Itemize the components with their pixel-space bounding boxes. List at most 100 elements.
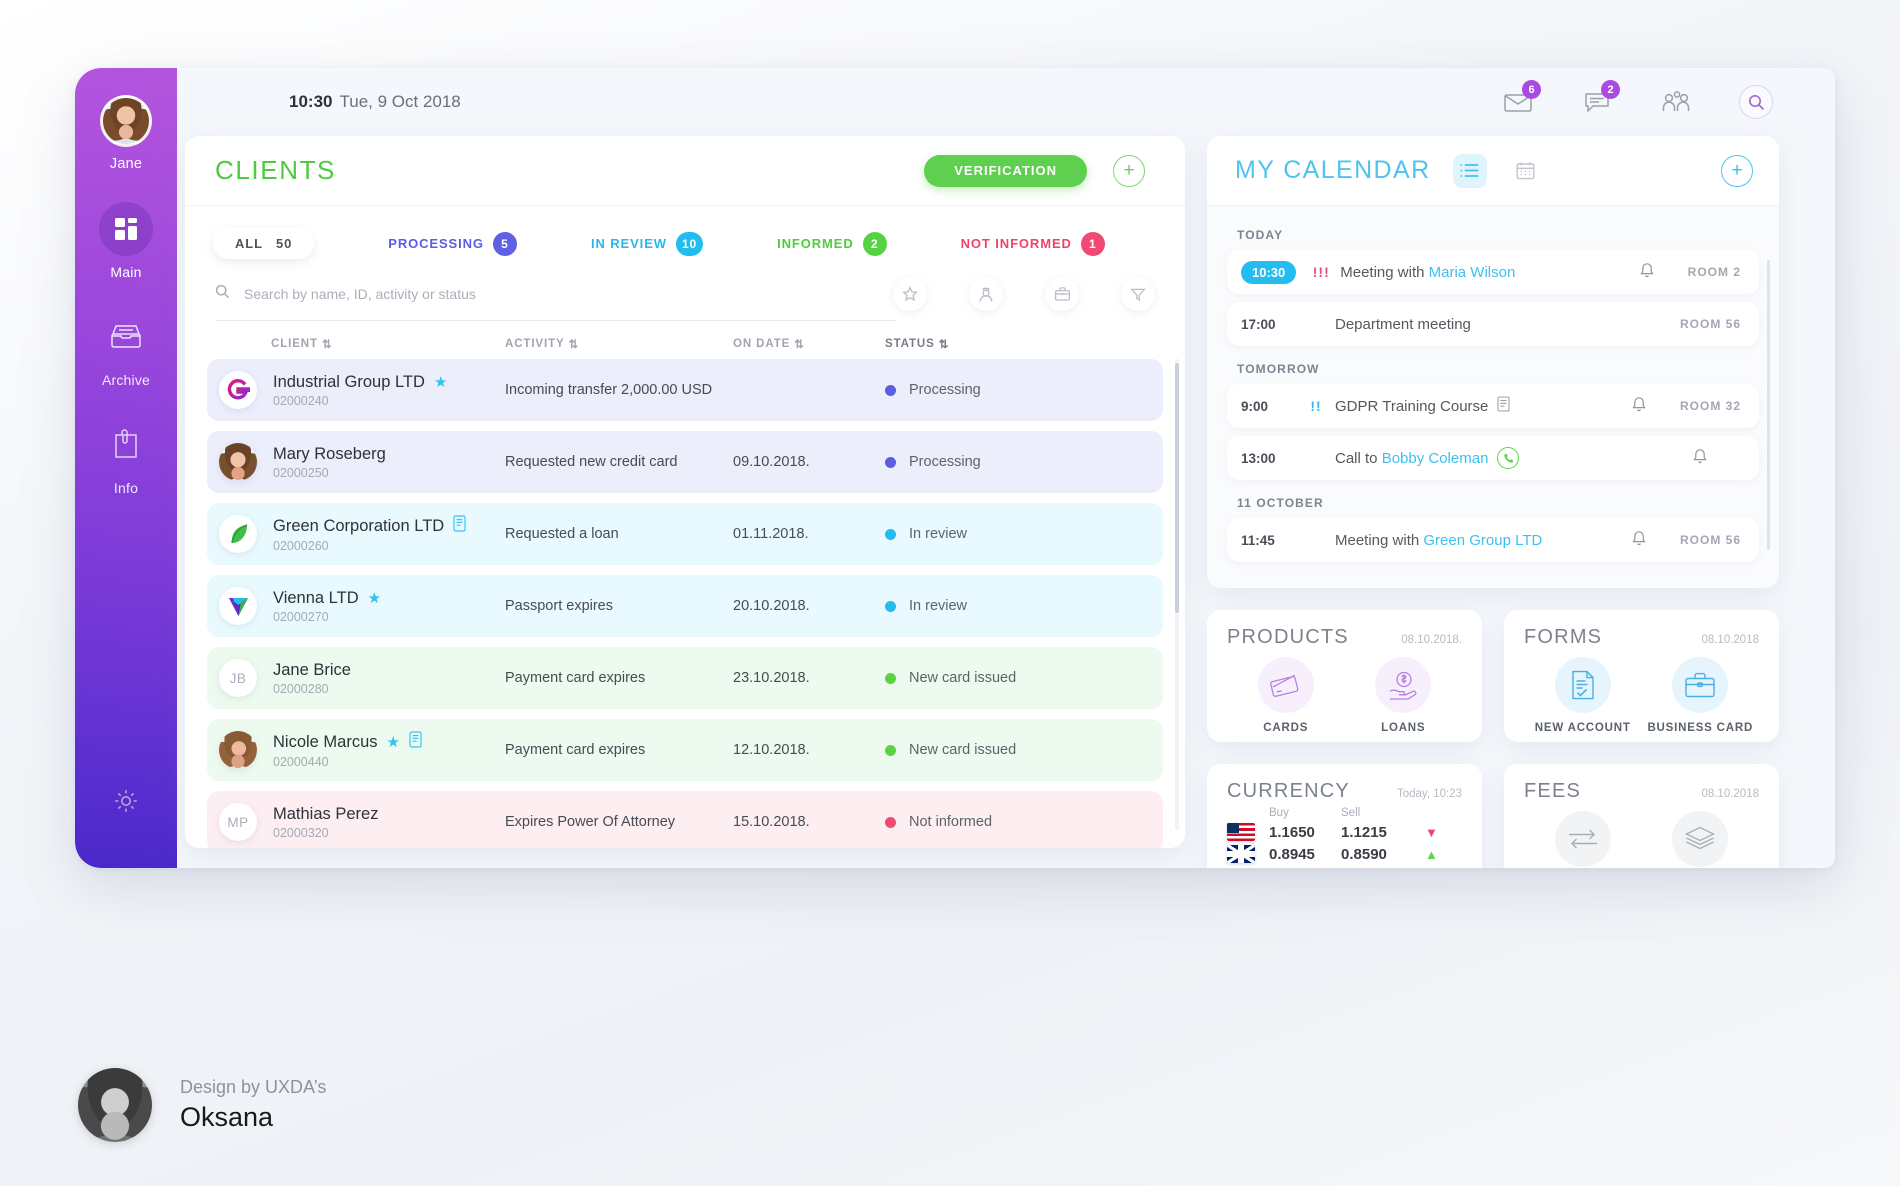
product-cards[interactable]: CARDS — [1227, 657, 1345, 734]
tab-in-review[interactable]: IN REVIEW 10 — [591, 232, 703, 256]
calendar-event[interactable]: 9:00!!GDPR Training CourseROOM 32 — [1227, 384, 1759, 428]
chat-icon[interactable]: 2 — [1581, 87, 1613, 117]
dashboard-icon — [99, 202, 153, 256]
status-label: New card issued — [909, 670, 1016, 686]
sidebar-item-archive[interactable]: Archive — [75, 310, 177, 388]
event-room: ROOM 56 — [1680, 317, 1741, 331]
person-icon[interactable] — [969, 277, 1003, 311]
card-title: CURRENCY — [1227, 780, 1350, 803]
event-linked-name[interactable]: Green Group LTD — [1423, 532, 1542, 549]
fee-cash[interactable]: CASH — [1642, 811, 1760, 868]
filter-icon[interactable] — [1121, 277, 1155, 311]
document-icon[interactable] — [453, 515, 466, 537]
widget-grid: PRODUCTS 08.10.2018. CARDS — [1207, 610, 1779, 868]
calendar-event[interactable]: 17:00Department meetingROOM 56 — [1227, 302, 1759, 346]
tab-not-informed[interactable]: NOT INFORMED 1 — [961, 232, 1105, 256]
tab-count: 50 — [276, 236, 292, 251]
calendar-event[interactable]: 11:45Meeting with Green Group LTDROOM 56 — [1227, 518, 1759, 562]
bell-icon[interactable] — [1640, 262, 1654, 283]
calendar-scrollbar-thumb[interactable] — [1767, 260, 1770, 550]
sidebar-item-info[interactable]: Info — [75, 418, 177, 496]
calendar-event[interactable]: 10:30!!!Meeting with Maria WilsonROOM 2 — [1227, 250, 1759, 294]
currency-buy: 0.8945 — [1269, 846, 1341, 863]
column-client[interactable]: CLIENT⇅ — [215, 337, 505, 351]
bell-icon[interactable] — [1632, 530, 1646, 551]
document-icon[interactable] — [1497, 396, 1510, 417]
cell-on-date: 23.10.2018. — [733, 670, 885, 686]
credit-card-icon — [1258, 657, 1314, 713]
gear-icon[interactable] — [112, 787, 140, 820]
sidebar-item-label: Archive — [102, 372, 150, 388]
verification-button[interactable]: VERIFICATION — [924, 155, 1087, 187]
add-client-button[interactable]: + — [1113, 155, 1145, 187]
right-column: MY CALENDAR + TODAY10:30!!!Meeting with … — [1207, 136, 1779, 848]
table-row[interactable]: Green Corporation LTD02000260Requested a… — [207, 503, 1163, 565]
cell-status: New card issued — [885, 742, 1155, 758]
column-label: ON DATE — [733, 338, 790, 350]
briefcase-icon[interactable] — [1045, 277, 1079, 311]
form-new-account[interactable]: NEW ACCOUNT — [1524, 657, 1642, 734]
product-loans[interactable]: LOANS — [1345, 657, 1463, 734]
column-label: CLIENT — [271, 338, 318, 350]
topbar-actions: 6 2 — [1502, 85, 1773, 119]
currency-col-sell: Sell — [1341, 807, 1413, 819]
cell-on-date: 01.11.2018. — [733, 526, 885, 542]
flag-us-icon — [1227, 823, 1255, 841]
column-label: ACTIVITY — [505, 338, 565, 350]
table-row[interactable]: Vienna LTD★02000270Passport expires20.10… — [207, 575, 1163, 637]
status-dot — [885, 457, 896, 468]
table-row[interactable]: JBJane Brice02000280Payment card expires… — [207, 647, 1163, 709]
phone-icon[interactable] — [1497, 447, 1519, 469]
avatar: JB — [219, 659, 257, 697]
bell-icon[interactable] — [1632, 396, 1646, 417]
table-row[interactable]: Mary Roseberg02000250Requested new credi… — [207, 431, 1163, 493]
transfer-arrows-icon — [1555, 811, 1611, 867]
client-id: 02000260 — [273, 539, 466, 553]
mail-icon[interactable]: 6 — [1502, 87, 1534, 117]
event-linked-name[interactable]: Maria Wilson — [1429, 264, 1516, 281]
column-status[interactable]: STATUS⇅ — [885, 337, 1155, 351]
priority-indicator: !! — [1297, 398, 1335, 414]
table-row[interactable]: MPMathias Perez02000320Expires Power Of … — [207, 791, 1163, 848]
client-id: 02000440 — [273, 755, 422, 769]
cell-client: Industrial Group LTD★02000240 — [215, 371, 505, 409]
list-view-icon[interactable] — [1453, 154, 1487, 188]
tab-all[interactable]: ALL 50 — [213, 228, 314, 259]
cell-client: Nicole Marcus★02000440 — [215, 731, 505, 769]
search-input[interactable] — [244, 286, 804, 302]
document-icon[interactable] — [409, 731, 422, 753]
star-icon[interactable]: ★ — [434, 373, 447, 391]
currency-buy: 1.1650 — [1269, 824, 1341, 841]
column-activity[interactable]: ACTIVITY⇅ — [505, 337, 733, 351]
cell-client: Mary Roseberg02000250 — [215, 443, 505, 481]
star-icon[interactable]: ★ — [368, 589, 381, 607]
currency-sell: 1.1215 — [1341, 824, 1413, 841]
app-window: Jane Main Archive Info — [75, 68, 1835, 868]
tab-informed[interactable]: INFORMED 2 — [777, 232, 887, 256]
column-on-date[interactable]: ON DATE⇅ — [733, 337, 885, 351]
form-business-card[interactable]: BUSINESS CARD — [1642, 657, 1760, 734]
contacts-icon[interactable] — [1660, 87, 1692, 117]
calendar-view-icon[interactable] — [1509, 154, 1543, 188]
clients-table-body: Industrial Group LTD★02000240Incoming tr… — [185, 359, 1185, 848]
calendar-event[interactable]: 13:00Call to Bobby Coleman — [1227, 436, 1759, 480]
cell-client: Vienna LTD★02000270 — [215, 587, 505, 625]
cell-on-date: 20.10.2018. — [733, 598, 885, 614]
cell-status: Processing — [885, 382, 1155, 398]
avatar[interactable] — [100, 95, 152, 147]
cell-on-date: 12.10.2018. — [733, 742, 885, 758]
scrollbar-thumb[interactable] — [1175, 363, 1179, 613]
table-row[interactable]: Nicole Marcus★02000440Payment card expir… — [207, 719, 1163, 781]
tab-label: NOT INFORMED — [961, 236, 1072, 251]
table-row[interactable]: Industrial Group LTD★02000240Incoming tr… — [207, 359, 1163, 421]
search-icon[interactable] — [1739, 85, 1773, 119]
sidebar-item-main[interactable]: Main — [75, 202, 177, 280]
event-linked-name[interactable]: Bobby Coleman — [1382, 450, 1489, 467]
bell-icon[interactable] — [1693, 448, 1707, 469]
add-event-button[interactable]: + — [1721, 155, 1753, 187]
tab-processing[interactable]: PROCESSING 5 — [388, 232, 517, 256]
fee-payments[interactable]: PAYMENTS — [1524, 811, 1642, 868]
star-icon[interactable]: ★ — [387, 733, 400, 751]
chat-badge: 2 — [1601, 80, 1620, 99]
star-icon[interactable] — [893, 277, 927, 311]
